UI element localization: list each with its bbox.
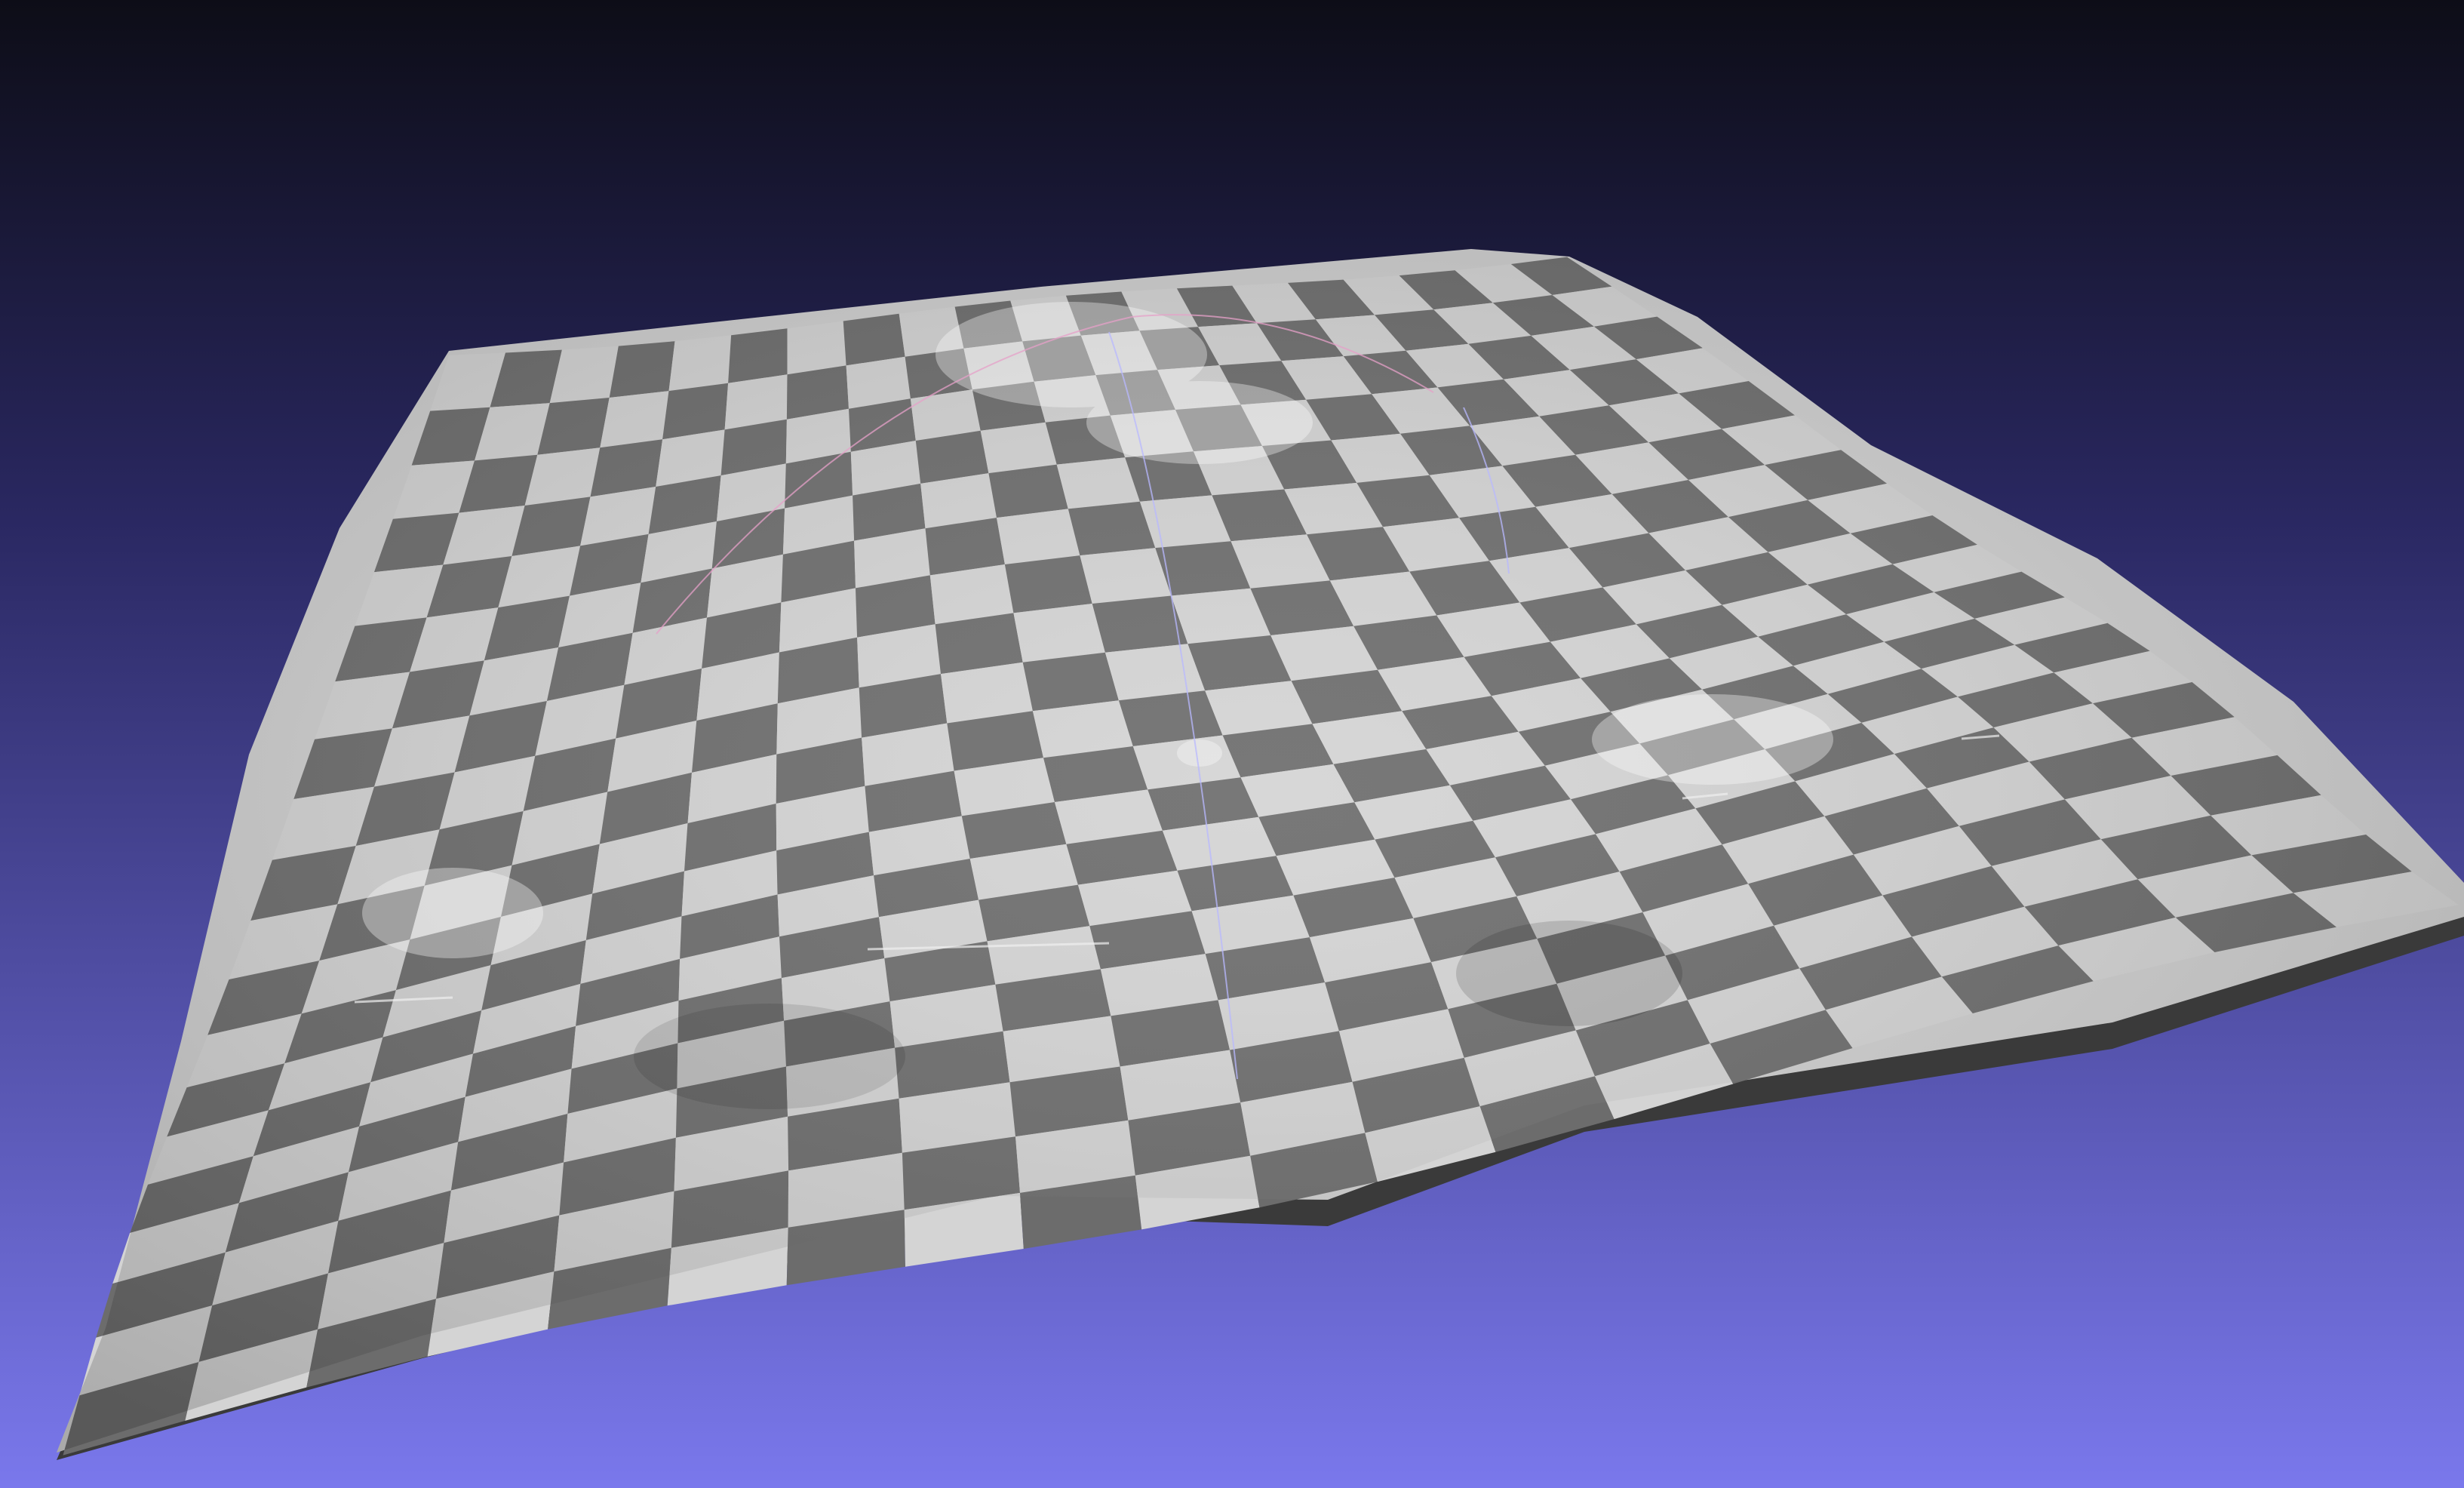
terrain-scene[interactable] [0, 0, 2464, 1488]
3d-viewport[interactable] [0, 0, 2464, 1488]
